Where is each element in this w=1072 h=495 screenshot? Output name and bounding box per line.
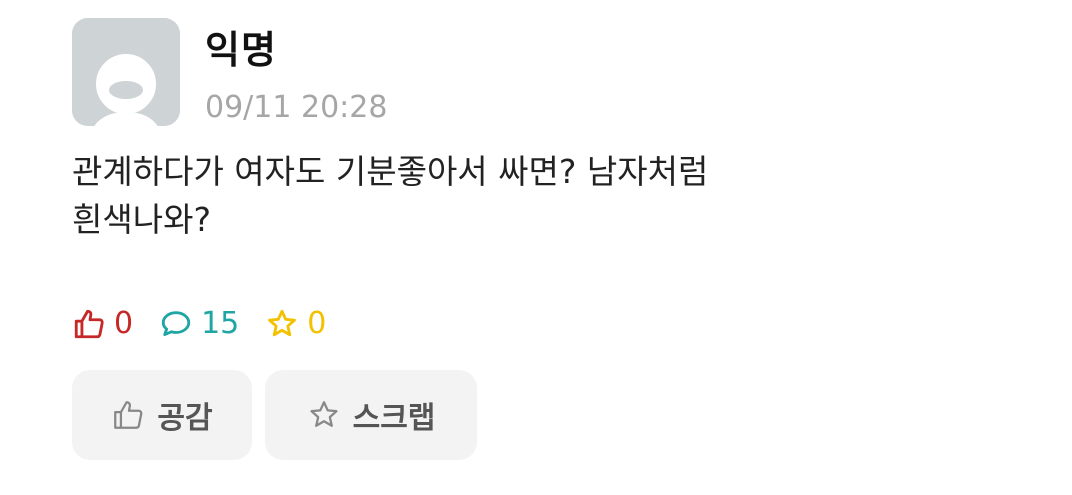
post-content: 관계하다가 여자도 기분좋아서 싸면? 남자처럼 흰색나와? <box>72 148 872 244</box>
post-content-line: 흰색나와? <box>72 200 211 239</box>
like-count-stat: 0 <box>72 304 133 344</box>
post-content-line: 관계하다가 여자도 기분좋아서 싸면? 남자처럼 <box>72 152 709 191</box>
comment-count: 15 <box>201 306 240 341</box>
author-name: 익명 <box>205 28 277 72</box>
scrap-count: 0 <box>307 306 327 341</box>
star-icon <box>309 401 338 427</box>
thumbs-up-icon <box>114 401 143 429</box>
star-icon <box>268 309 297 337</box>
post-card: 익명 09/11 20:28 관계하다가 여자도 기분좋아서 싸면? 남자처럼 … <box>0 0 1072 495</box>
author-avatar <box>72 18 180 126</box>
default-avatar-icon <box>72 18 180 126</box>
thumbs-up-icon <box>74 309 104 339</box>
like-count: 0 <box>114 306 134 341</box>
like-button[interactable]: 공감 <box>72 370 252 460</box>
scrap-count-stat: 0 <box>265 304 326 344</box>
speech-bubble-icon <box>161 311 191 337</box>
post-stats: 0 15 0 <box>72 304 352 344</box>
scrap-button-label: 스크랩 <box>352 401 436 436</box>
like-button-label: 공감 <box>157 401 213 436</box>
scrap-button[interactable]: 스크랩 <box>265 370 477 460</box>
comment-count-stat: 15 <box>159 304 239 344</box>
post-timestamp: 09/11 20:28 <box>205 90 388 125</box>
